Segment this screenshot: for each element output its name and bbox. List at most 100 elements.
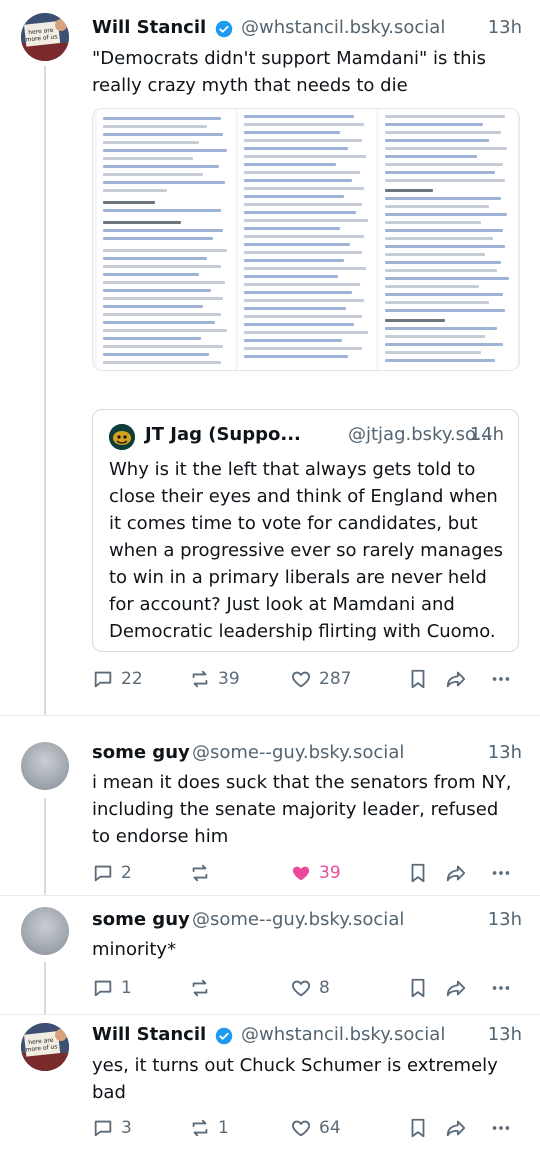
reply-icon (94, 1120, 112, 1137)
quoted-author-name[interactable]: JT Jag (Suppo... (145, 424, 301, 445)
like-count: 39 (319, 863, 341, 883)
post-actions: 3 1 64 (92, 1113, 522, 1143)
like-count: 64 (319, 1118, 341, 1138)
author-handle[interactable]: @whstancil.bsky.social (241, 1024, 445, 1045)
bookmark-button[interactable] (407, 858, 436, 888)
post-text: minority* (92, 939, 177, 960)
more-icon (492, 871, 510, 875)
like-count: 287 (319, 669, 352, 689)
heart-icon (291, 671, 311, 688)
quoted-post-text: Why is it the left that always gets told… (109, 459, 509, 642)
avatar[interactable] (21, 907, 69, 955)
reply-button[interactable]: 22 (92, 664, 143, 694)
repost-button[interactable] (189, 858, 218, 888)
post-actions: 2 39 (92, 858, 522, 888)
bookmark-icon (411, 669, 425, 689)
quoted-post[interactable]: JT Jag (Suppo... @jtjag.bsky.so... 14h W… (92, 409, 519, 652)
repost-button[interactable]: 39 (189, 664, 240, 694)
post-1[interactable]: here are more of us Will Stancil @whstan… (0, 0, 540, 715)
repost-count: 1 (218, 1118, 229, 1138)
repost-icon (192, 979, 208, 997)
author-handle[interactable]: @some--guy.bsky.social (192, 909, 404, 930)
avatar-photo-icon: here are more of us (21, 1023, 69, 1071)
author-name[interactable]: some guy (92, 742, 190, 763)
author-handle[interactable]: @some--guy.bsky.social (192, 742, 404, 763)
reply-icon (94, 980, 112, 997)
image-panel-middle (238, 109, 376, 370)
post-image[interactable] (92, 108, 520, 371)
like-count: 8 (319, 978, 330, 998)
heart-filled-icon (292, 866, 310, 881)
verified-badge-icon (215, 20, 233, 38)
post-time[interactable]: 13h (488, 17, 522, 38)
bookmark-button[interactable] (407, 1113, 436, 1143)
like-button[interactable]: 64 (290, 1113, 341, 1143)
reply-button[interactable]: 3 (92, 1113, 132, 1143)
post-time[interactable]: 13h (488, 742, 522, 763)
thread-line (44, 66, 46, 715)
share-icon (446, 865, 466, 882)
avatar[interactable]: here are more of us (21, 13, 69, 61)
share-button[interactable] (445, 858, 474, 888)
post-4[interactable]: here are more of us Will Stancil @whstan… (0, 1015, 540, 1162)
bookmark-icon (411, 978, 425, 998)
heart-icon (291, 980, 311, 997)
post-3[interactable]: some guy @some--guy.bsky.social 13h mino… (0, 896, 540, 1014)
reply-count: 22 (121, 669, 143, 689)
post-2[interactable]: some guy @some--guy.bsky.social 13h i me… (0, 716, 540, 895)
repost-icon (192, 864, 208, 882)
heart-icon (291, 1120, 311, 1137)
image-panel-right (379, 109, 517, 370)
post-text: "Democrats didn't support Mamdani" is th… (92, 48, 492, 96)
thread-line (44, 798, 46, 895)
repost-button[interactable] (189, 973, 218, 1003)
avatar-photo-icon: here are more of us (21, 13, 69, 61)
like-button[interactable]: 39 (290, 858, 341, 888)
share-icon (446, 671, 466, 688)
jaguar-logo-icon (109, 424, 135, 450)
quoted-post-time[interactable]: 14h (470, 424, 504, 445)
reply-count: 3 (121, 1118, 132, 1138)
reply-button[interactable]: 1 (92, 973, 132, 1003)
post-time[interactable]: 13h (488, 1024, 522, 1045)
thread-line (44, 962, 46, 1014)
more-options-button[interactable] (490, 664, 519, 694)
reply-count: 2 (121, 863, 132, 883)
reply-icon (94, 865, 112, 882)
post-actions: 22 39 287 (92, 664, 522, 694)
share-icon (446, 980, 466, 997)
quoted-avatar[interactable] (109, 424, 135, 450)
more-options-button[interactable] (490, 858, 519, 888)
author-name[interactable]: Will Stancil (92, 17, 206, 38)
bookmark-icon (411, 863, 425, 883)
post-text: i mean it does suck that the senators fr… (92, 772, 518, 847)
more-options-button[interactable] (490, 973, 519, 1003)
more-options-button[interactable] (490, 1113, 519, 1143)
post-actions: 1 8 (92, 973, 522, 1003)
image-panel-left (97, 109, 235, 370)
bookmark-button[interactable] (407, 973, 436, 1003)
share-button[interactable] (445, 664, 474, 694)
bookmark-button[interactable] (407, 664, 436, 694)
avatar[interactable]: here are more of us (21, 1023, 69, 1071)
post-text: yes, it turns out Chuck Schumer is extre… (92, 1055, 504, 1103)
share-button[interactable] (445, 1113, 474, 1143)
more-icon (492, 677, 510, 681)
post-time[interactable]: 13h (488, 909, 522, 930)
author-name[interactable]: Will Stancil (92, 1024, 206, 1045)
repost-icon (192, 1119, 208, 1137)
author-handle[interactable]: @whstancil.bsky.social (241, 17, 445, 38)
reply-button[interactable]: 2 (92, 858, 132, 888)
more-icon (492, 1126, 510, 1130)
share-button[interactable] (445, 973, 474, 1003)
author-name[interactable]: some guy (92, 909, 190, 930)
avatar[interactable] (21, 742, 69, 790)
reply-count: 1 (121, 978, 132, 998)
repost-button[interactable]: 1 (189, 1113, 229, 1143)
repost-icon (192, 670, 208, 688)
repost-count: 39 (218, 669, 240, 689)
like-button[interactable]: 287 (290, 664, 351, 694)
reply-icon (94, 671, 112, 688)
bookmark-icon (411, 1118, 425, 1138)
like-button[interactable]: 8 (290, 973, 330, 1003)
